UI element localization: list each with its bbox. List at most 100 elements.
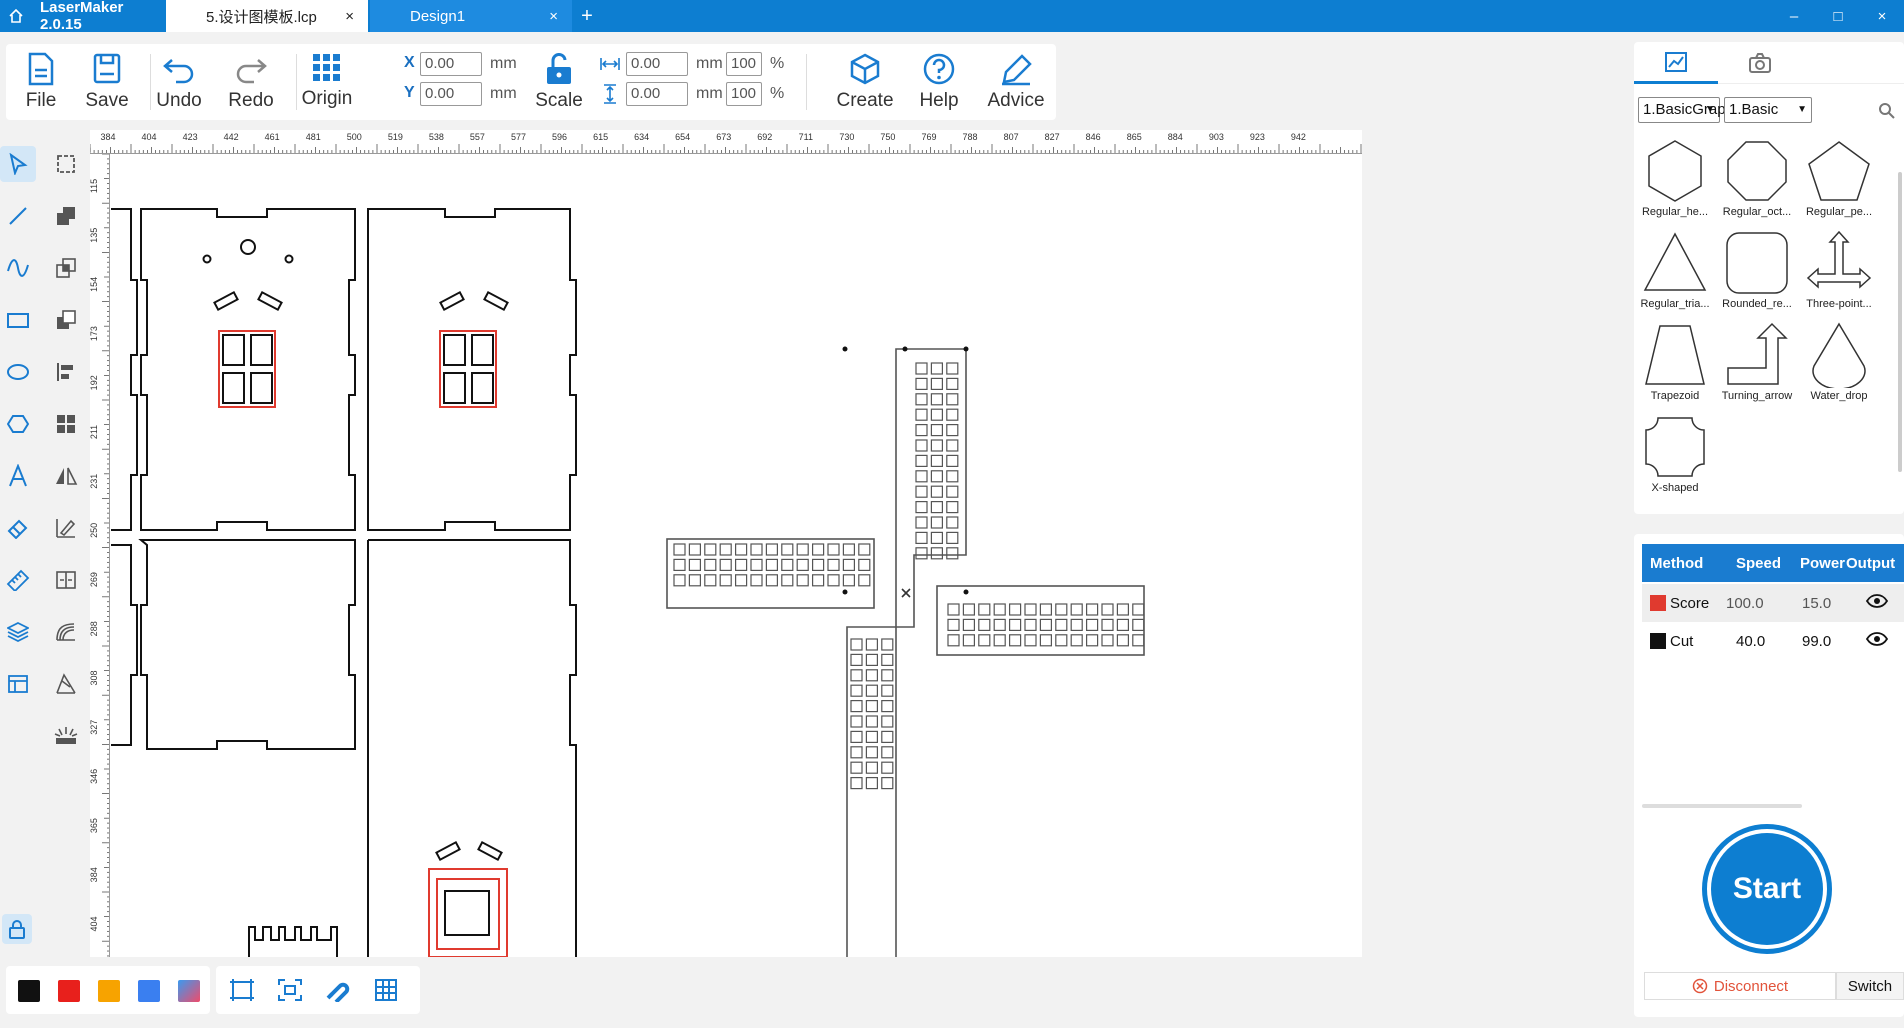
close-window-button[interactable]: × (1860, 8, 1904, 25)
ellipse-tool[interactable] (0, 354, 36, 390)
path-edit-tool[interactable] (48, 510, 84, 546)
snap-magnet-button[interactable] (322, 974, 354, 1006)
height-input[interactable]: 0.00 (626, 82, 688, 106)
category-select[interactable]: 1.BasicGrap ▼ (1638, 97, 1726, 123)
shape-three-point-arrow[interactable]: Three-point... (1798, 226, 1880, 318)
layer-speed[interactable]: 40.0 (1736, 633, 1765, 650)
shape-water-drop[interactable]: Water_drop (1798, 318, 1880, 410)
layers-scrollbar[interactable] (1642, 804, 1802, 808)
color-swatch-black[interactable] (18, 980, 40, 1002)
shape-regular-hexagon[interactable]: Regular_he... (1634, 134, 1716, 226)
create-button[interactable]: Create (822, 44, 908, 120)
shape-regular-octagon[interactable]: Regular_oct... (1716, 134, 1798, 226)
shape-trapezoid[interactable]: Trapezoid (1634, 318, 1716, 410)
color-swatch-blue[interactable] (138, 980, 160, 1002)
search-icon[interactable] (1878, 102, 1896, 120)
add-tab-button[interactable]: + (572, 0, 602, 32)
layers-tool[interactable] (0, 614, 36, 650)
select-tool[interactable] (0, 146, 36, 182)
layout-tool[interactable] (0, 666, 36, 702)
distribute-tool[interactable] (48, 562, 84, 598)
y-input[interactable]: 0.00 (420, 82, 482, 106)
height-percent-input[interactable]: 100 (726, 82, 762, 106)
ruler-tick-label: 250 (90, 523, 99, 538)
grid-strip-cell (1055, 603, 1068, 616)
eye-icon[interactable] (1865, 593, 1889, 613)
shapes-scrollbar[interactable] (1898, 172, 1902, 472)
shape-x-shaped[interactable]: X-shaped (1634, 410, 1716, 502)
shape-regular-pentagon[interactable]: Regular_pe... (1798, 134, 1880, 226)
mirror-tool[interactable] (48, 458, 84, 494)
lock-button[interactable] (2, 914, 32, 944)
rectangle-tool[interactable] (0, 302, 36, 338)
layer-method: Score (1670, 594, 1710, 612)
maximize-button[interactable]: □ (1816, 8, 1860, 25)
layer-power[interactable]: 99.0 (1802, 633, 1831, 650)
panel-back-slot (483, 290, 509, 312)
line-tool[interactable] (0, 198, 36, 234)
width-input[interactable]: 0.00 (626, 52, 688, 76)
text-tool[interactable] (0, 458, 36, 494)
draw-angle-tool[interactable] (48, 666, 84, 702)
array-tool[interactable] (48, 406, 84, 442)
shape-regular-triangle[interactable]: Regular_tria... (1634, 226, 1716, 318)
sub-category-select[interactable]: 1.Basic ▼ (1724, 97, 1812, 123)
origin-button[interactable]: Origin (292, 44, 362, 120)
offset-tool[interactable] (48, 614, 84, 650)
eraser-tool[interactable] (0, 510, 36, 546)
intersect-tool[interactable] (48, 250, 84, 286)
home-icon[interactable] (0, 0, 32, 32)
fit-page-button[interactable] (226, 974, 258, 1006)
polygon-tool[interactable] (0, 406, 36, 442)
layer-power[interactable]: 15.0 (1802, 595, 1831, 612)
start-button[interactable]: Start (1702, 824, 1832, 954)
align-tool[interactable] (48, 354, 84, 390)
curve-tool[interactable] (0, 250, 36, 286)
layer-color-swatch[interactable] (1650, 633, 1666, 649)
layer-row-cut[interactable]: Cut 40.0 99.0 (1642, 622, 1904, 660)
scale-lock-button[interactable]: Scale (524, 44, 594, 120)
redo-button[interactable]: Redo (216, 44, 286, 120)
shape-rounded-rectangle[interactable]: Rounded_re... (1716, 226, 1798, 318)
layer-speed[interactable]: 100.0 (1726, 595, 1764, 612)
marker-dot (963, 346, 969, 352)
close-tab-icon[interactable]: × (345, 8, 354, 25)
color-swatch-red[interactable] (58, 980, 80, 1002)
drawing-area[interactable] (111, 155, 1470, 957)
tab-camera[interactable] (1718, 42, 1802, 84)
x-input[interactable]: 0.00 (420, 52, 482, 76)
layer-color-swatch[interactable] (1650, 595, 1666, 611)
file-button[interactable]: File (6, 44, 76, 120)
grid-toggle-button[interactable] (370, 974, 402, 1006)
grid-strip-cell (704, 574, 717, 587)
shape-turning-arrow[interactable]: Turning_arrow (1716, 318, 1798, 410)
shape-name: Regular_oct... (1722, 206, 1792, 218)
width-percent-input[interactable]: 100 (726, 52, 762, 76)
ruler-vertical-ticks: 115 135 154 173 192 211 231 250 269 288 308 327 346 3… (90, 154, 109, 957)
tab-shapes[interactable] (1634, 42, 1718, 84)
switch-button[interactable]: Switch (1836, 972, 1904, 1000)
advice-button[interactable]: Advice (976, 44, 1056, 120)
help-button[interactable]: Help (902, 44, 976, 120)
union-tool[interactable] (48, 198, 84, 234)
color-picker-gradient[interactable] (178, 980, 200, 1002)
fit-selection-button[interactable] (274, 974, 306, 1006)
minimize-button[interactable]: – (1772, 8, 1816, 25)
tab-design1[interactable]: Design1 × (370, 0, 572, 32)
tab-project[interactable]: 5.设计图模板.lcp × (166, 0, 368, 32)
save-icon (93, 53, 121, 84)
subtract-tool[interactable] (48, 302, 84, 338)
undo-button[interactable]: Undo (144, 44, 214, 120)
disconnect-button[interactable]: Disconnect (1644, 972, 1836, 1000)
shape-name: Regular_tria... (1640, 298, 1710, 310)
grid-strip-cell (1008, 618, 1022, 631)
color-swatch-orange[interactable] (98, 980, 120, 1002)
measure-tool[interactable] (0, 562, 36, 598)
laser-dot-tool[interactable] (48, 718, 84, 754)
save-button[interactable]: Save (72, 44, 142, 120)
node-edit-tool[interactable] (48, 146, 84, 182)
layer-row-score[interactable]: Score 100.0 15.0 (1642, 584, 1904, 622)
close-tab-icon[interactable]: × (549, 8, 558, 25)
design-canvas[interactable]: 384 404 423 442 461 481 500 519 538 557 577 596 615 6… (90, 130, 1470, 957)
eye-icon[interactable] (1865, 631, 1889, 651)
